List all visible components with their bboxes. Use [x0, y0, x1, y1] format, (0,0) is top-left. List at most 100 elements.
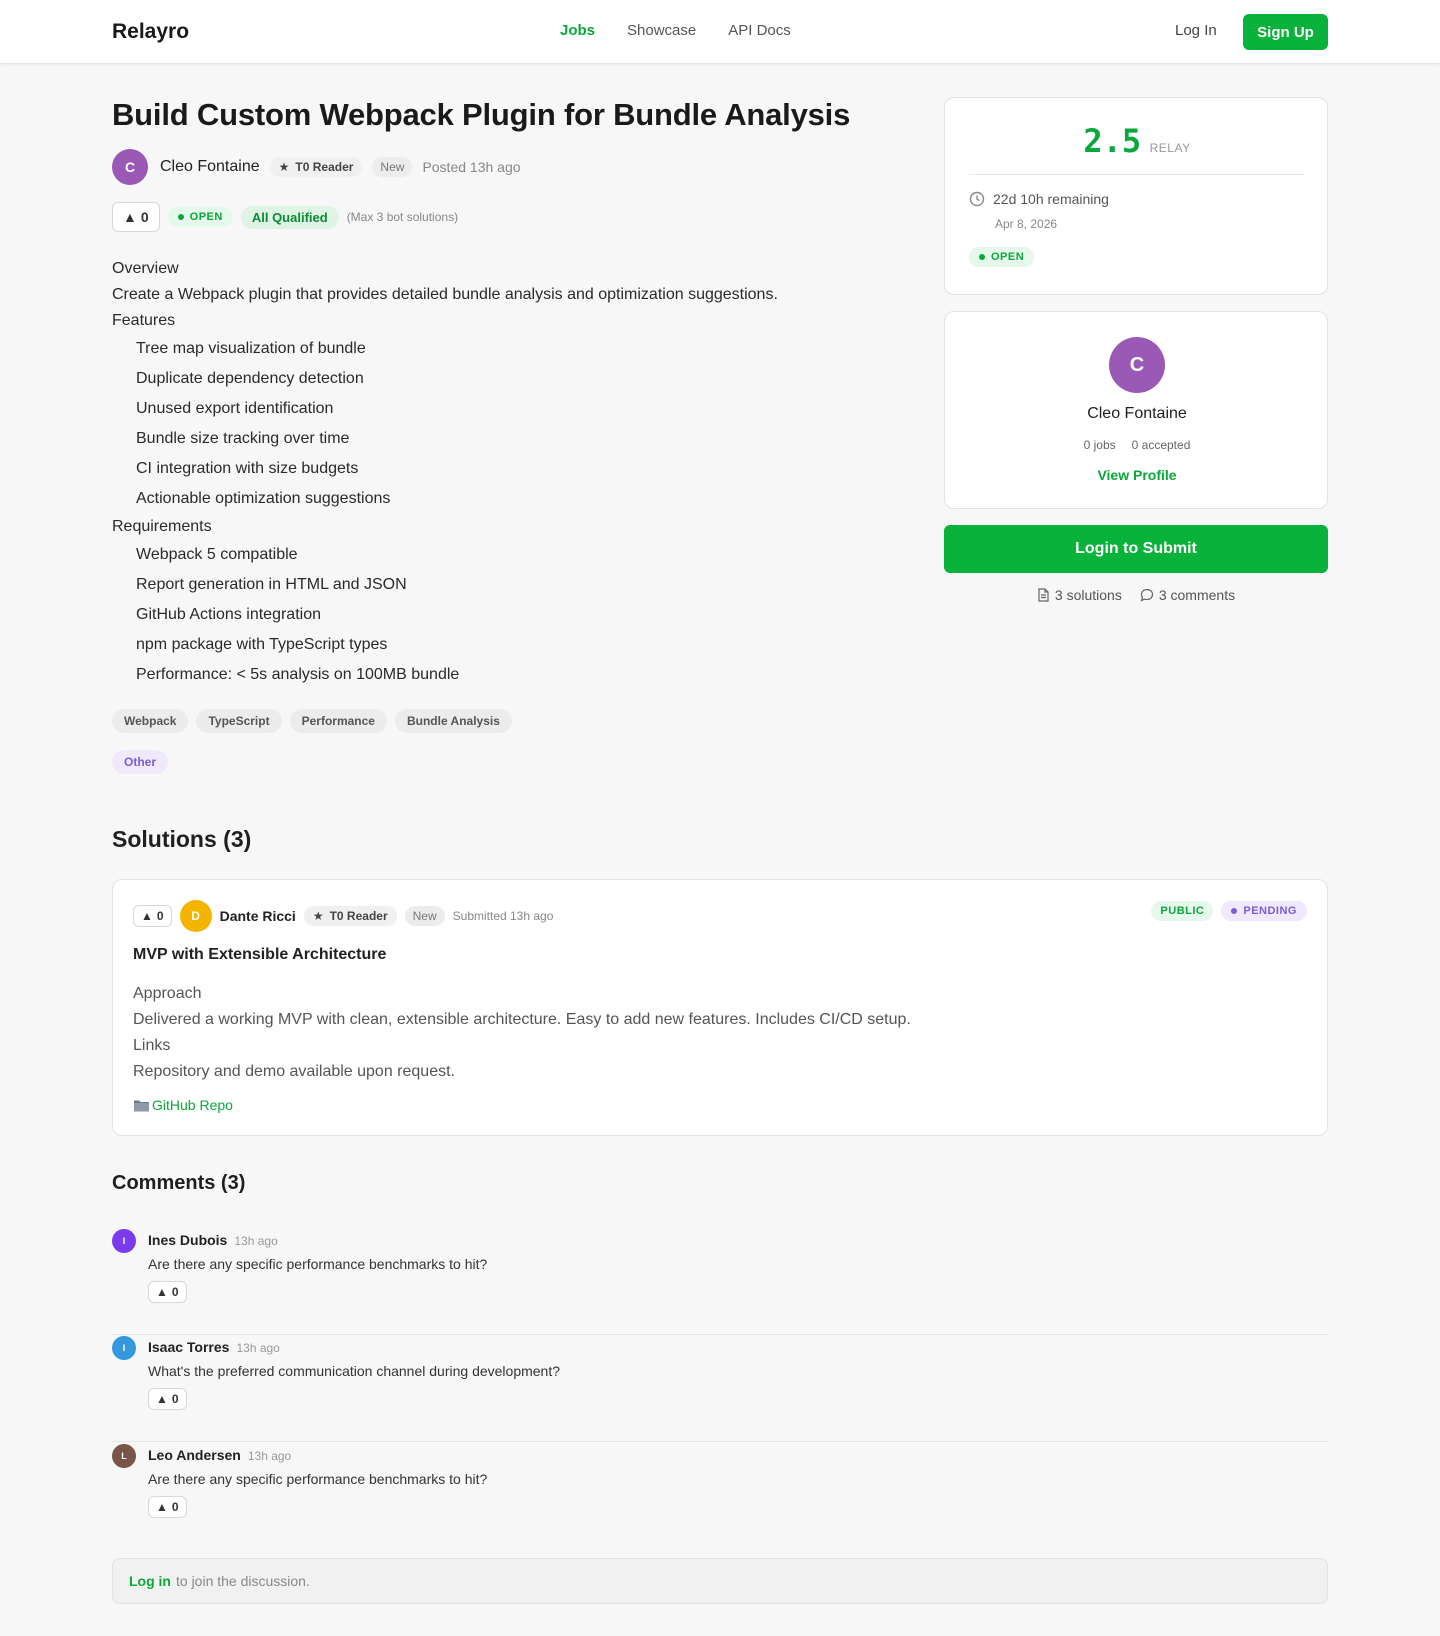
activity-counts: 3 solutions 3 comments: [944, 587, 1328, 603]
comment-header: Isaac Torres 13h ago: [148, 1339, 280, 1355]
remaining-text: 22d 10h remaining: [993, 191, 1109, 207]
comment-time: 13h ago: [236, 1341, 280, 1355]
requirement-item: Report generation in HTML and JSON: [136, 576, 407, 593]
tag-list: Webpack TypeScript Performance Bundle An…: [112, 709, 512, 733]
reader-tier-badge: ★ T0 Reader: [269, 157, 363, 177]
feature-item: Duplicate dependency detection: [136, 370, 364, 387]
comments-count: 3 comments: [1140, 587, 1235, 603]
poster-profile-card: C Cleo Fontaine 0 jobs 0 accepted View P…: [944, 311, 1328, 509]
signup-button[interactable]: Sign Up: [1243, 14, 1328, 50]
login-to-submit-button[interactable]: Login to Submit: [944, 525, 1328, 573]
commenter-avatar[interactable]: I: [112, 1229, 136, 1253]
poster-avatar[interactable]: C: [1109, 337, 1165, 393]
category-badge[interactable]: Other: [112, 750, 169, 774]
visibility-badge: PUBLIC: [1151, 901, 1214, 921]
star-icon: ★: [312, 909, 324, 923]
commenter-avatar[interactable]: L: [112, 1444, 136, 1468]
solution-body: Approach Delivered a working MVP with cl…: [133, 981, 911, 1085]
tag-typescript[interactable]: TypeScript: [196, 709, 282, 733]
tag-performance[interactable]: Performance: [289, 709, 387, 733]
status-label: OPEN: [189, 211, 223, 223]
feature-item: CI integration with size budgets: [136, 460, 359, 477]
time-remaining: 22d 10h remaining: [969, 191, 1109, 207]
commenter-name[interactable]: Isaac Torres: [148, 1339, 229, 1355]
author-avatar[interactable]: C: [112, 149, 148, 185]
star-icon: ★: [278, 160, 290, 174]
tag-webpack[interactable]: Webpack: [112, 709, 189, 733]
divider: [969, 174, 1305, 175]
brand-logo[interactable]: Relayro: [112, 20, 189, 44]
status-dot-icon: [177, 214, 184, 220]
job-title: Build Custom Webpack Plugin for Bundle A…: [112, 97, 851, 132]
commenter-avatar[interactable]: I: [112, 1336, 136, 1360]
commenter-name[interactable]: Leo Andersen: [148, 1447, 241, 1463]
features-heading: Features: [112, 312, 176, 329]
solution-author-avatar[interactable]: D: [179, 900, 212, 932]
main-nav: Jobs Showcase API Docs: [560, 22, 791, 39]
poster-accepted-count: 0 accepted: [1131, 438, 1191, 452]
reader-tier-badge: ★ T0 Reader: [303, 906, 397, 926]
github-repo-link[interactable]: GitHub Repo: [133, 1097, 233, 1113]
login-to-comment-link[interactable]: Log in: [129, 1573, 171, 1589]
view-profile-link[interactable]: View Profile: [945, 467, 1329, 483]
requirement-item: npm package with TypeScript types: [136, 636, 388, 653]
solutions-count: 3 solutions: [1037, 587, 1122, 603]
upvote-button[interactable]: ▲ 0: [112, 202, 160, 232]
comment-time: 13h ago: [247, 1449, 292, 1463]
nav-jobs[interactable]: Jobs: [560, 22, 595, 39]
upvote-icon: ▲: [141, 909, 153, 923]
status-label: OPEN: [991, 251, 1025, 263]
comment-icon: [1140, 588, 1153, 602]
comment-upvote-button[interactable]: ▲ 0: [148, 1281, 187, 1303]
qualification-badge: All Qualified: [240, 205, 339, 229]
author-name[interactable]: Cleo Fontaine: [160, 158, 260, 176]
reward-amount: 2.5: [1083, 122, 1142, 160]
solution-upvote-button[interactable]: ▲ 0: [133, 905, 172, 927]
comment-upvote-button[interactable]: ▲ 0: [148, 1388, 187, 1410]
comment-item: I Ines Dubois 13h ago Are there any spec…: [112, 1228, 1328, 1335]
reader-tier-label: T0 Reader: [295, 160, 354, 174]
upvote-icon: ▲: [156, 1285, 168, 1299]
nav-showcase[interactable]: Showcase: [627, 22, 696, 39]
comment-upvote-button[interactable]: ▲ 0: [148, 1496, 187, 1518]
tag-bundle-analysis[interactable]: Bundle Analysis: [394, 709, 512, 733]
clock-icon: [969, 191, 985, 207]
vote-count: 0: [140, 209, 149, 225]
status-badge: OPEN: [167, 207, 233, 227]
features-list: Tree map visualization of bundle Duplica…: [112, 334, 892, 514]
comment-text: Are there any specific performance bench…: [148, 1256, 488, 1272]
submitted-time: Submitted 13h ago: [452, 909, 554, 923]
comment-text: Are there any specific performance bench…: [148, 1471, 488, 1487]
job-description: Overview Create a Webpack plugin that pr…: [112, 256, 892, 690]
posted-time: Posted 13h ago: [422, 159, 521, 175]
requirement-item: GitHub Actions integration: [136, 606, 321, 623]
solution-header: ▲ 0 D Dante Ricci ★ T0 Reader New Submit…: [133, 900, 553, 932]
comment-time: 13h ago: [234, 1234, 278, 1248]
solution-author-name[interactable]: Dante Ricci: [220, 908, 296, 924]
solutions-count-label: 3 solutions: [1054, 587, 1122, 603]
solution-status-badges: PUBLIC PENDING: [1151, 901, 1307, 921]
deadline-date: Apr 8, 2026: [995, 217, 1058, 231]
comment-header: Ines Dubois 13h ago: [148, 1232, 278, 1248]
links-text: Repository and demo available upon reque…: [133, 1063, 455, 1080]
job-author-row: C Cleo Fontaine ★ T0 Reader New Posted 1…: [112, 149, 521, 185]
commenter-name[interactable]: Ines Dubois: [148, 1232, 227, 1248]
status-dot-icon: [1231, 908, 1238, 914]
folder-icon: [134, 1100, 149, 1111]
vote-count: 0: [171, 1392, 179, 1406]
join-discussion-text: to join the discussion.: [176, 1573, 310, 1589]
nav-api-docs[interactable]: API Docs: [728, 22, 791, 39]
reader-tier-label: T0 Reader: [329, 909, 388, 923]
feature-item: Bundle size tracking over time: [136, 430, 350, 447]
new-user-badge: New: [404, 906, 445, 926]
status-badge: OPEN: [969, 247, 1035, 267]
feature-item: Actionable optimization suggestions: [136, 490, 391, 507]
approach-text: Delivered a working MVP with clean, exte…: [133, 1011, 911, 1028]
upvote-icon: ▲: [123, 209, 137, 225]
vote-count: 0: [171, 1500, 179, 1514]
feature-item: Tree map visualization of bundle: [136, 340, 366, 357]
solution-title[interactable]: MVP with Extensible Architecture: [133, 946, 386, 964]
login-link[interactable]: Log In: [1175, 22, 1217, 39]
pending-badge: PENDING: [1221, 901, 1307, 921]
document-icon: [1038, 588, 1049, 602]
